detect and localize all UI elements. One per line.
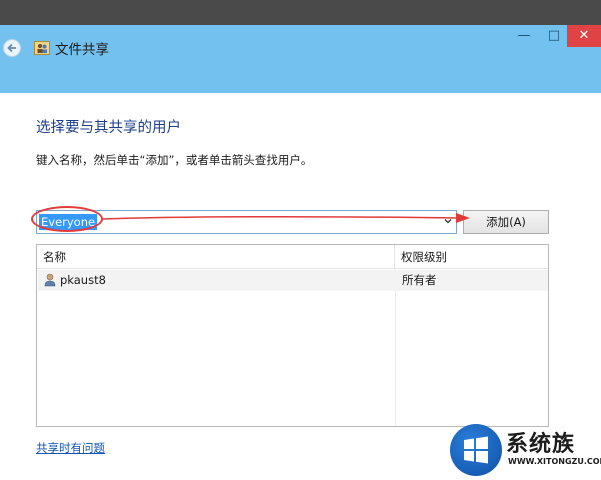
sharing-help-link[interactable]: 共享时有问题: [36, 440, 105, 456]
permission-cell[interactable]: 所有者: [402, 270, 437, 291]
page-heading: 选择要与其共享的用户: [36, 120, 181, 136]
close-button[interactable]: ✕: [567, 25, 601, 47]
minimize-button[interactable]: —: [512, 25, 536, 47]
add-button[interactable]: 添加(A): [463, 210, 549, 234]
window-title: 文件共享: [55, 42, 109, 58]
instruction-text: 键入名称，然后单击“添加”，或者单击箭头查找用户。: [36, 153, 313, 167]
annotation-arrow: [101, 213, 470, 223]
title-bar: — □ ✕: [0, 25, 601, 93]
back-arrow-icon: [7, 43, 16, 53]
table-row[interactable]: pkaust8 所有者: [38, 270, 548, 291]
back-button[interactable]: [3, 39, 21, 57]
watermark-text: 系统族: [506, 432, 576, 457]
user-icon: [44, 273, 56, 287]
annotation-ellipse: [31, 206, 103, 232]
user-name-cell: pkaust8: [60, 273, 106, 287]
top-dark-strip: [0, 0, 601, 25]
maximize-button[interactable]: □: [542, 25, 566, 47]
column-header-name[interactable]: 名称: [37, 245, 395, 269]
column-header-permission[interactable]: 权限级别: [395, 245, 548, 269]
share-users-icon: [34, 41, 50, 55]
site-watermark: 系统族 WWW.XITONGZU.COM: [450, 422, 601, 477]
windows-flag-icon: [464, 436, 488, 464]
watermark-url: WWW.XITONGZU.COM: [508, 457, 601, 466]
column-divider: [395, 269, 396, 426]
users-table: 名称 权限级别 pkaust8 所有者: [36, 244, 549, 427]
windows-logo: [450, 424, 502, 476]
